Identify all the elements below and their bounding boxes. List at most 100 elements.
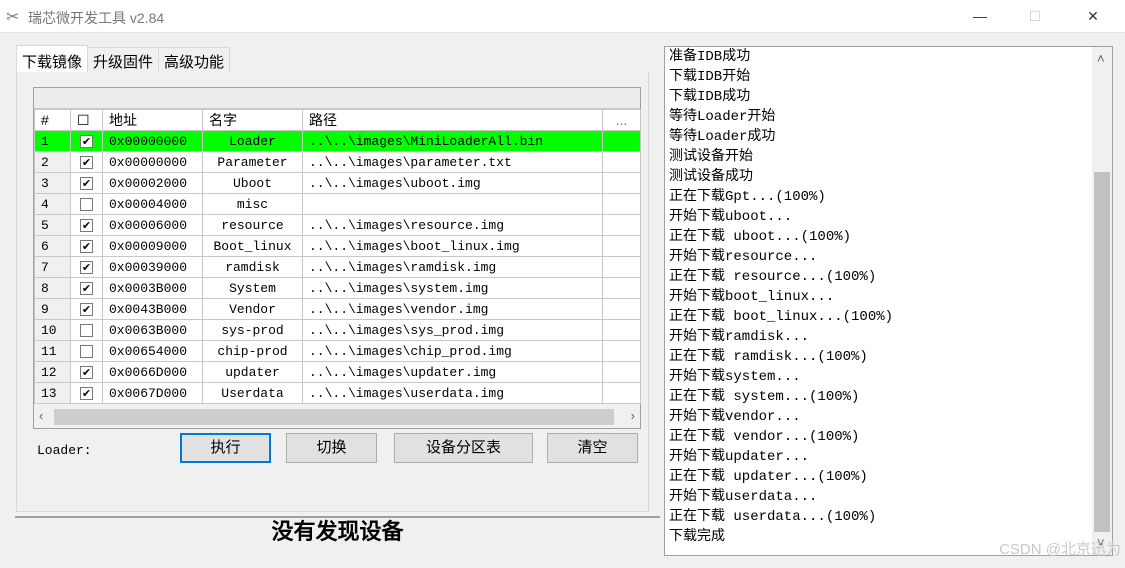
row-address[interactable]: 0x0066D000 <box>102 361 203 383</box>
col-more[interactable]: ... <box>602 109 641 131</box>
row-more[interactable] <box>602 277 641 299</box>
checkbox-checked-icon[interactable]: ✔ <box>80 155 93 169</box>
checkbox-checked-icon[interactable]: ✔ <box>80 134 93 148</box>
row-checkbox[interactable]: ✔ <box>70 298 103 320</box>
row-name[interactable]: misc <box>202 193 303 215</box>
checkbox-checked-icon[interactable]: ✔ <box>80 281 93 295</box>
checkbox-unchecked-icon[interactable] <box>80 323 93 337</box>
scroll-left-icon[interactable]: ‹ <box>39 408 43 423</box>
row-address[interactable]: 0x00654000 <box>102 340 203 362</box>
row-path[interactable]: ..\..\images\updater.img <box>302 361 603 383</box>
row-checkbox[interactable]: ✔ <box>70 277 103 299</box>
row-more[interactable] <box>602 130 641 152</box>
row-more[interactable] <box>602 235 641 257</box>
row-path[interactable]: ..\..\images\vendor.img <box>302 298 603 320</box>
scroll-up-icon[interactable]: ˄ <box>1097 51 1105 66</box>
row-name[interactable]: Boot_linux <box>202 235 303 257</box>
scroll-thumb[interactable] <box>54 409 614 425</box>
row-more[interactable] <box>602 319 641 341</box>
row-address[interactable]: 0x00000000 <box>102 130 203 152</box>
row-path[interactable]: ..\..\images\userdata.img <box>302 382 603 404</box>
row-name[interactable]: Userdata <box>202 382 303 404</box>
row-checkbox[interactable]: ✔ <box>70 256 103 278</box>
maximize-button[interactable]: ☐ <box>1012 0 1058 33</box>
scroll-thumb[interactable] <box>1094 172 1110 532</box>
row-checkbox[interactable]: ✔ <box>70 130 103 152</box>
row-checkbox[interactable]: ✔ <box>70 214 103 236</box>
row-more[interactable] <box>602 151 641 173</box>
row-address[interactable]: 0x0003B000 <box>102 277 203 299</box>
table-row[interactable]: 7 ✔ 0x00039000 ramdisk ..\..\images\ramd… <box>34 256 641 278</box>
row-name[interactable]: resource <box>202 214 303 236</box>
table-row[interactable]: 11 0x00654000 chip-prod ..\..\images\chi… <box>34 340 641 362</box>
row-more[interactable] <box>602 193 641 215</box>
row-address[interactable]: 0x00039000 <box>102 256 203 278</box>
row-address[interactable]: 0x00002000 <box>102 172 203 194</box>
row-name[interactable]: chip-prod <box>202 340 303 362</box>
row-more[interactable] <box>602 172 641 194</box>
row-path[interactable]: ..\..\images\MiniLoaderAll.bin <box>302 130 603 152</box>
row-address[interactable]: 0x00009000 <box>102 235 203 257</box>
row-path[interactable]: ..\..\images\chip_prod.img <box>302 340 603 362</box>
row-address[interactable]: 0x0043B000 <box>102 298 203 320</box>
vertical-scrollbar[interactable]: ˄ ˅ <box>1092 47 1112 555</box>
checkbox-unchecked-icon[interactable] <box>80 197 93 211</box>
table-row[interactable]: 13 ✔ 0x0067D000 Userdata ..\..\images\us… <box>34 382 641 404</box>
row-checkbox[interactable] <box>70 340 103 362</box>
row-path[interactable]: ..\..\images\sys_prod.img <box>302 319 603 341</box>
row-address[interactable]: 0x00004000 <box>102 193 203 215</box>
checkbox-unchecked-icon[interactable] <box>80 344 93 358</box>
row-more[interactable] <box>602 361 641 383</box>
table-row[interactable]: 8 ✔ 0x0003B000 System ..\..\images\syste… <box>34 277 641 299</box>
row-path[interactable]: ..\..\images\resource.img <box>302 214 603 236</box>
table-row[interactable]: 1 ✔ 0x00000000 Loader ..\..\images\MiniL… <box>34 130 641 152</box>
table-row[interactable]: 3 ✔ 0x00002000 Uboot ..\..\images\uboot.… <box>34 172 641 194</box>
tab-upgrade-firmware[interactable]: 升级固件 <box>87 47 160 72</box>
row-path[interactable]: ..\..\images\parameter.txt <box>302 151 603 173</box>
checkbox-checked-icon[interactable]: ✔ <box>80 260 93 274</box>
table-row[interactable]: 2 ✔ 0x00000000 Parameter ..\..\images\pa… <box>34 151 641 173</box>
row-address[interactable]: 0x00000000 <box>102 151 203 173</box>
row-path[interactable]: ..\..\images\uboot.img <box>302 172 603 194</box>
row-checkbox[interactable] <box>70 319 103 341</box>
row-path[interactable]: ..\..\images\system.img <box>302 277 603 299</box>
horizontal-scrollbar[interactable]: ‹ › <box>34 406 640 428</box>
row-name[interactable]: Loader <box>202 130 303 152</box>
row-more[interactable] <box>602 340 641 362</box>
row-name[interactable]: sys-prod <box>202 319 303 341</box>
row-name[interactable]: Parameter <box>202 151 303 173</box>
row-checkbox[interactable]: ✔ <box>70 361 103 383</box>
table-row[interactable]: 6 ✔ 0x00009000 Boot_linux ..\..\images\b… <box>34 235 641 257</box>
row-address[interactable]: 0x0067D000 <box>102 382 203 404</box>
switch-button[interactable]: 切换 <box>286 433 377 463</box>
table-row[interactable]: 9 ✔ 0x0043B000 Vendor ..\..\images\vendo… <box>34 298 641 320</box>
checkbox-checked-icon[interactable]: ✔ <box>80 302 93 316</box>
row-path[interactable]: ..\..\images\boot_linux.img <box>302 235 603 257</box>
row-address[interactable]: 0x00006000 <box>102 214 203 236</box>
row-checkbox[interactable]: ✔ <box>70 172 103 194</box>
row-checkbox[interactable] <box>70 193 103 215</box>
tab-advanced[interactable]: 高级功能 <box>158 47 231 72</box>
clear-button[interactable]: 清空 <box>547 433 638 463</box>
row-more[interactable] <box>602 382 641 404</box>
partition-table-button[interactable]: 设备分区表 <box>394 433 533 463</box>
table-row[interactable]: 5 ✔ 0x00006000 resource ..\..\images\res… <box>34 214 641 236</box>
row-name[interactable]: ramdisk <box>202 256 303 278</box>
row-more[interactable] <box>602 256 641 278</box>
scroll-right-icon[interactable]: › <box>631 408 635 423</box>
table-row[interactable]: 4 0x00004000 misc <box>34 193 641 215</box>
row-address[interactable]: 0x0063B000 <box>102 319 203 341</box>
checkbox-checked-icon[interactable]: ✔ <box>80 176 93 190</box>
col-select-all[interactable]: ☐ <box>70 109 103 131</box>
minimize-button[interactable]: — <box>957 0 1003 33</box>
col-name[interactable]: 名字 <box>202 109 303 131</box>
row-checkbox[interactable]: ✔ <box>70 382 103 404</box>
row-name[interactable]: Uboot <box>202 172 303 194</box>
col-path[interactable]: 路径 <box>302 109 603 131</box>
close-button[interactable]: ✕ <box>1070 0 1116 33</box>
checkbox-checked-icon[interactable]: ✔ <box>80 239 93 253</box>
row-name[interactable]: System <box>202 277 303 299</box>
row-path[interactable]: ..\..\images\ramdisk.img <box>302 256 603 278</box>
row-checkbox[interactable]: ✔ <box>70 235 103 257</box>
table-row[interactable]: 12 ✔ 0x0066D000 updater ..\..\images\upd… <box>34 361 641 383</box>
